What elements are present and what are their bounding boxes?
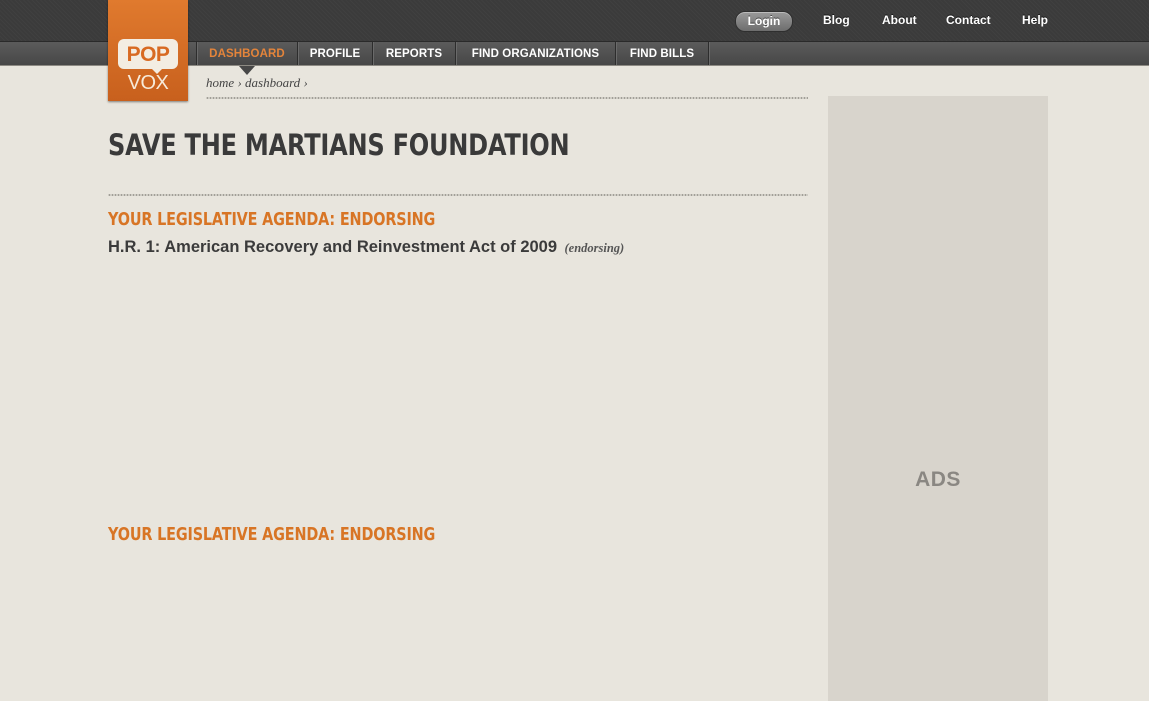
breadcrumb: home › dashboard › [206, 75, 308, 91]
agenda-heading-endorsing: YOUR LEGISLATIVE AGENDA: ENDORSING [108, 209, 436, 230]
bill-link[interactable]: H.R. 1: American Recovery and Reinvestme… [108, 238, 557, 256]
popvox-logo[interactable]: POP VOX [108, 0, 188, 101]
title-divider [108, 193, 808, 197]
help-link[interactable]: Help [1022, 13, 1048, 28]
breadcrumb-dashboard[interactable]: dashboard [245, 75, 300, 90]
logo-text-pop: POP [126, 43, 170, 66]
nav-tab-find-organizations[interactable]: FIND ORGANIZATIONS [456, 42, 615, 65]
nav-tab-find-bills[interactable]: FIND BILLS [616, 42, 708, 65]
blog-link[interactable]: Blog [823, 13, 850, 28]
nav-tab-dashboard[interactable]: DASHBOARD [197, 42, 297, 65]
page-title: SAVE THE MARTIANS FOUNDATION [108, 128, 570, 162]
bill-status-label: (endorsing) [564, 241, 625, 255]
breadcrumb-separator: › [237, 75, 242, 90]
logo-text-vox: VOX [127, 72, 169, 94]
nav-tab-reports[interactable]: REPORTS [373, 42, 455, 65]
ads-label: ADS [915, 468, 961, 491]
nav-tab-profile[interactable]: PROFILE [298, 42, 372, 65]
contact-link[interactable]: Contact [946, 13, 991, 28]
breadcrumb-divider [206, 96, 808, 100]
breadcrumb-home[interactable]: home [206, 75, 234, 90]
active-tab-pointer-icon [239, 66, 255, 75]
ads-panel: ADS [828, 96, 1048, 701]
bill-list-item: H.R. 1: American Recovery and Reinvestme… [108, 238, 624, 257]
agenda-heading-endorsing-2: YOUR LEGISLATIVE AGENDA: ENDORSING [108, 524, 436, 545]
breadcrumb-separator: › [303, 75, 308, 90]
login-button[interactable]: Login [735, 11, 793, 32]
about-link[interactable]: About [882, 13, 917, 28]
nav-divider [708, 42, 709, 65]
